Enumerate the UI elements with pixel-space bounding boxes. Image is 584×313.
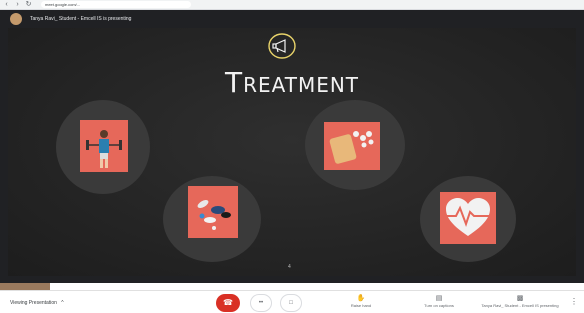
presenter-avatar [10, 13, 22, 25]
present-now-button[interactable]: ▩ Tanya Ravi_ Student - Emcell IS presen… [478, 294, 562, 308]
forward-icon[interactable]: › [13, 0, 22, 9]
browser-bar: ‹ › ↻ meet.google.com/... [0, 0, 584, 10]
url-text: meet.google.com/... [45, 2, 81, 7]
camera-icon: □ [289, 300, 293, 306]
presentation-slide: Treatment 4 [8, 28, 576, 276]
slide-title: Treatment [224, 66, 360, 99]
viewing-presentation[interactable]: Viewing Presentation ^ [10, 300, 64, 306]
slide-number: 4 [288, 264, 291, 270]
back-icon[interactable]: ‹ [2, 0, 11, 9]
presenter-bar: Tanya Ravi_ Student - Emcell IS is prese… [0, 10, 584, 28]
raise-hand-label: Raise hand [350, 303, 372, 308]
end-call-button[interactable]: ☎ [216, 294, 240, 312]
heart-icon [444, 198, 492, 236]
meeting-toolbar: Viewing Presentation ^ ☎ •• □ ✋ Raise ha… [0, 290, 584, 313]
microphone-icon: •• [258, 300, 264, 306]
present-icon: ▩ [516, 295, 524, 302]
phone-icon: ☎ [223, 298, 233, 307]
meet-stage: Tanya Ravi_ Student - Emcell IS is prese… [0, 10, 584, 283]
heartbeat-card [440, 192, 496, 244]
address-bar[interactable]: meet.google.com/... [41, 1, 191, 8]
hand-icon: ✋ [356, 295, 366, 302]
more-options-icon[interactable]: ⋮ [570, 297, 578, 306]
exercise-icon [86, 130, 122, 168]
captions-button[interactable]: ▤ Turn on captions [414, 294, 464, 308]
pills-icon [329, 131, 374, 164]
reload-icon[interactable]: ↻ [24, 0, 33, 9]
captions-icon: ▤ [435, 295, 443, 302]
pills-card [324, 122, 380, 170]
presenter-label: Tanya Ravi_ Student - Emcell IS presenti… [481, 303, 559, 308]
mic-button[interactable]: •• [250, 294, 272, 312]
camera-button[interactable]: □ [280, 294, 302, 312]
presenter-text: Tanya Ravi_ Student - Emcell IS is prese… [30, 16, 132, 22]
medication-icon [197, 200, 231, 230]
exercise-card [80, 120, 128, 172]
captions-label: Turn on captions [424, 303, 454, 308]
medication-card [188, 186, 238, 238]
megaphone-icon [268, 33, 296, 59]
viewing-label: Viewing Presentation [10, 300, 57, 306]
chevron-up-icon: ^ [61, 300, 64, 306]
raise-hand-button[interactable]: ✋ Raise hand [344, 294, 378, 308]
